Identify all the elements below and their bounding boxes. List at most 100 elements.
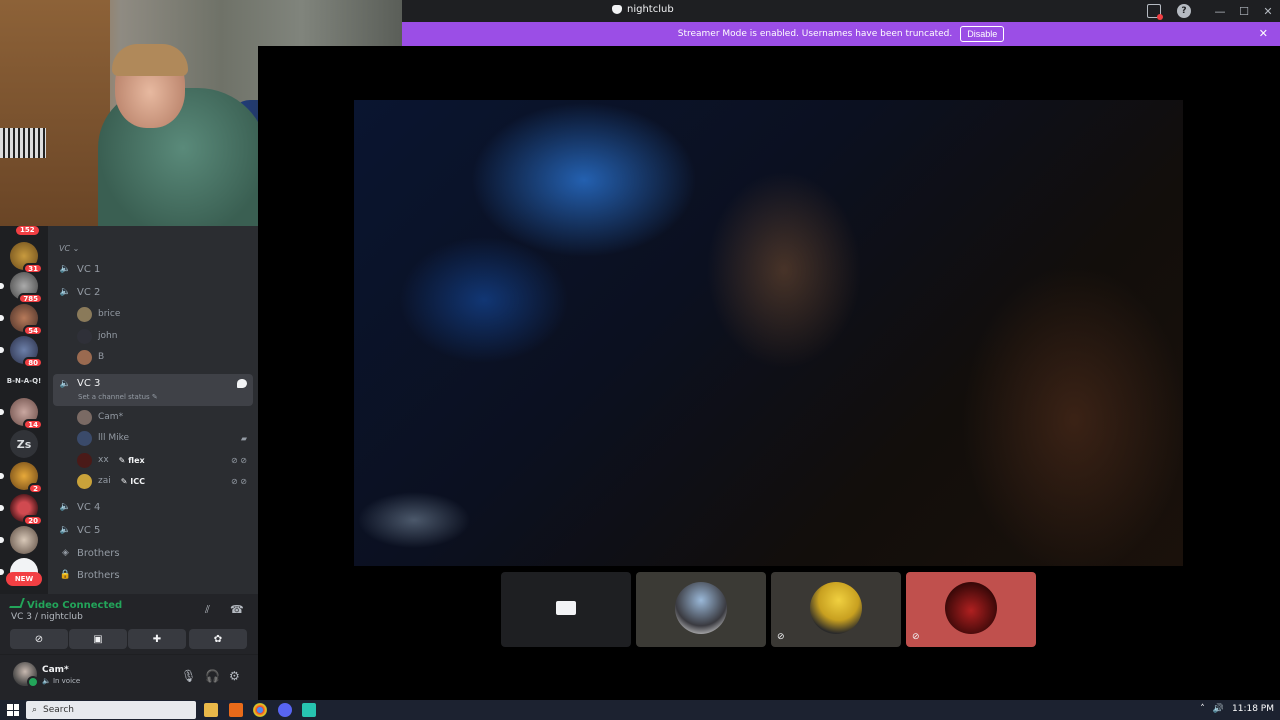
- disconnect-icon[interactable]: ☎: [230, 603, 244, 616]
- server-icon[interactable]: 14: [0, 398, 43, 430]
- server-badge: 20: [23, 515, 43, 526]
- chat-bubble-icon[interactable]: [237, 379, 247, 388]
- channel-vc2[interactable]: 🔈 VC 2: [53, 282, 253, 302]
- help-icon[interactable]: ?: [1177, 4, 1191, 18]
- lock-icon: 🔒: [59, 570, 72, 580]
- disable-streamer-mode-button[interactable]: Disable: [960, 26, 1005, 42]
- clock[interactable]: 11:18 PM: [1232, 704, 1274, 714]
- file-explorer-icon[interactable]: [204, 703, 218, 717]
- avatar[interactable]: [13, 662, 39, 688]
- new-badge[interactable]: NEW: [6, 572, 42, 586]
- channel-name: VC 4: [77, 501, 101, 513]
- deafened-icon: ⊘ ⊘: [231, 476, 247, 486]
- screen-share-icon: ▣: [93, 633, 103, 645]
- close-button[interactable]: ✕: [1256, 0, 1280, 22]
- volume-icon[interactable]: 🔊: [1213, 704, 1224, 714]
- voice-user[interactable]: xx ✎ flex ⊘ ⊘: [77, 450, 252, 470]
- server-icon[interactable]: 2: [0, 462, 43, 494]
- maximize-button[interactable]: ☐: [1232, 0, 1256, 22]
- focused-video-stream[interactable]: [354, 100, 1183, 566]
- server-icon[interactable]: 54: [0, 304, 43, 336]
- chrome-icon[interactable]: [253, 703, 267, 717]
- avatar: [675, 582, 727, 634]
- participant-tile[interactable]: ⊘: [906, 572, 1036, 647]
- search-icon: ⌕: [32, 705, 38, 715]
- participant-tile[interactable]: [501, 572, 631, 647]
- windows-start-icon[interactable]: [7, 704, 19, 716]
- channel-vc4[interactable]: 🔈 VC 4: [53, 497, 253, 517]
- video-camera-icon: [556, 601, 576, 615]
- channel-vc1[interactable]: 🔈 VC 1: [53, 259, 253, 279]
- user-name[interactable]: Cam*: [42, 665, 69, 675]
- activities-button[interactable]: ✚: [128, 629, 186, 649]
- server-icon[interactable]: [0, 526, 38, 554]
- participant-tile[interactable]: ⊘: [771, 572, 901, 647]
- video-call-area: ⊘ ⊘: [258, 46, 1280, 700]
- voice-user[interactable]: zai ✎ ICC ⊘ ⊘: [77, 471, 252, 491]
- participant-strip: ⊘ ⊘: [501, 572, 1036, 647]
- app-icon[interactable]: [302, 703, 316, 717]
- avatar: [810, 582, 862, 634]
- minimize-button[interactable]: —: [1208, 0, 1232, 22]
- system-tray: ˄ 🔊 11:18 PM: [1200, 704, 1274, 714]
- user-name: Cam*: [98, 412, 124, 422]
- soundboard-button[interactable]: ✿: [189, 629, 247, 649]
- user-name: lll Mike: [98, 433, 130, 443]
- server-icon[interactable]: Zs: [10, 430, 38, 458]
- soundboard-icon: ✿: [213, 633, 223, 645]
- share-screen-button[interactable]: ▣: [69, 629, 127, 649]
- headphones-icon[interactable]: 🎧: [205, 669, 220, 683]
- voice-user[interactable]: B: [77, 347, 252, 367]
- taskbar-search[interactable]: ⌕ Search: [26, 701, 196, 719]
- app-icon[interactable]: [229, 703, 243, 717]
- channel-list: VC ⌄ 🔈 VC 1 🔈 VC 2 brice john B 🔈 VC 3 S…: [48, 226, 258, 594]
- voice-user[interactable]: lll Mike ▰: [77, 428, 252, 448]
- banner-close-icon[interactable]: ✕: [1259, 27, 1268, 40]
- inbox-icon[interactable]: [1147, 4, 1163, 20]
- deafened-icon: ⊘ ⊘: [231, 455, 247, 465]
- avatar: [77, 328, 92, 344]
- channel-brothers-locked[interactable]: 🔒 Brothers: [53, 565, 253, 585]
- channel-name: VC 2: [77, 286, 101, 298]
- speaker-icon: 🔈: [59, 287, 72, 297]
- unread-pip: [0, 505, 4, 511]
- server-icon[interactable]: 31: [10, 242, 43, 274]
- avatar: [77, 349, 92, 365]
- user-name: john: [98, 331, 118, 341]
- microphone-icon[interactable]: 🎙: [181, 669, 196, 683]
- unread-pip: [0, 315, 4, 321]
- voice-channel-link[interactable]: VC 3 / nightclub: [11, 612, 83, 622]
- camera-off-button[interactable]: ⊘: [10, 629, 68, 649]
- channel-category[interactable]: VC ⌄: [59, 244, 79, 253]
- banner-text: Streamer Mode is enabled. Usernames have…: [677, 29, 953, 39]
- user-name: B: [98, 352, 105, 362]
- gear-icon[interactable]: ⚙: [229, 669, 240, 683]
- server-text-icon[interactable]: B-N-A-Q!: [4, 377, 44, 385]
- server-icon[interactable]: 80: [0, 336, 43, 368]
- chevron-up-icon[interactable]: ˄: [1200, 704, 1205, 714]
- voice-connection-panel: Video Connected VC 3 / nightclub ⫽ ☎ ⊘ ▣…: [0, 594, 258, 654]
- deafened-icon: ⊘: [912, 632, 920, 642]
- voice-user[interactable]: brice: [77, 304, 252, 324]
- server-icon[interactable]: 20: [0, 494, 43, 526]
- voice-user[interactable]: Cam*: [77, 407, 252, 427]
- window-title: nightclub: [612, 4, 674, 15]
- avatar: [945, 582, 997, 634]
- server-icon[interactable]: 785: [0, 272, 43, 304]
- unread-pip: [0, 283, 4, 289]
- avatar: [77, 409, 92, 425]
- channel-vc5[interactable]: 🔈 VC 5: [53, 520, 253, 540]
- server-badge: 80: [23, 357, 43, 368]
- user-tag: ✎ flex: [118, 455, 145, 465]
- voice-user[interactable]: john: [77, 326, 252, 346]
- channel-name: Brothers: [77, 547, 120, 559]
- voice-state[interactable]: Video Connected: [11, 598, 122, 611]
- channel-brothers[interactable]: ◈ Brothers: [53, 543, 253, 563]
- discord-icon[interactable]: [278, 703, 292, 717]
- noise-suppression-icon[interactable]: ⫽: [205, 603, 210, 617]
- avatar: [77, 452, 92, 468]
- channel-status[interactable]: Set a channel status ✎: [78, 393, 158, 401]
- participant-tile[interactable]: [636, 572, 766, 647]
- channel-vc3[interactable]: 🔈 VC 3 Set a channel status ✎: [53, 374, 253, 406]
- server-badge: 785: [18, 293, 43, 304]
